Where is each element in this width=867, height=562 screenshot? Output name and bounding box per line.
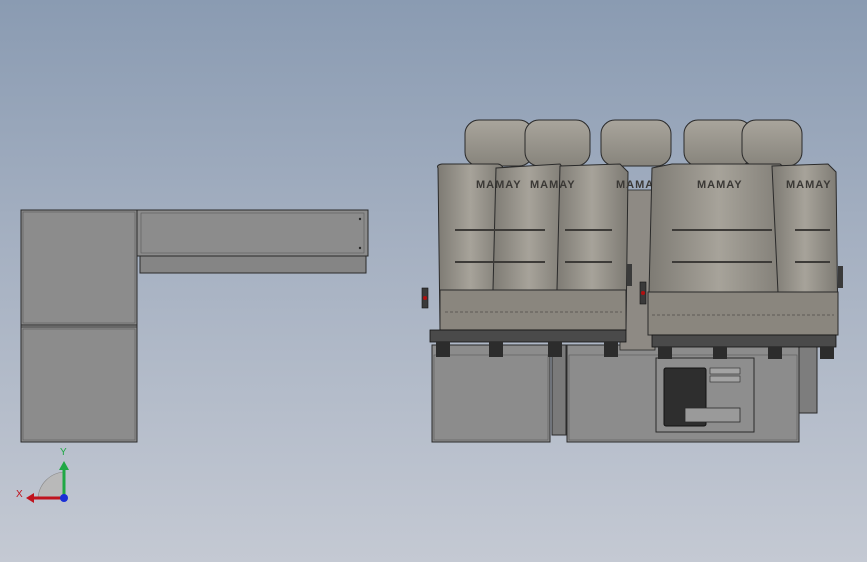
seat-brand-label-5: MAMAY bbox=[786, 179, 832, 191]
z-axis-dot bbox=[60, 494, 68, 502]
seat-left-pair[interactable]: MAMAY MAMAY MAMAY bbox=[421, 163, 662, 331]
panel-top-shelf[interactable] bbox=[136, 209, 369, 257]
x-axis-label: X bbox=[16, 489, 23, 500]
seat-assembly-right[interactable]: MAMAY MAMAY MAMAY MAMAY MAMAY bbox=[421, 119, 843, 443]
panel-lower-left[interactable] bbox=[20, 324, 138, 443]
seat-brand-label-1: MAMAY bbox=[476, 179, 522, 191]
panel-assembly-left[interactable] bbox=[20, 209, 369, 443]
seat-right-pair[interactable]: MAMAY MAMAY bbox=[639, 163, 843, 336]
y-axis-label: Y bbox=[60, 447, 67, 458]
panel-shelf-underside[interactable] bbox=[139, 255, 367, 274]
coordinate-triad: X Y bbox=[16, 447, 69, 503]
headrests bbox=[464, 119, 803, 167]
base-box-left[interactable] bbox=[431, 344, 551, 443]
base-post bbox=[551, 344, 567, 436]
seat-brand-label-2: MAMAY bbox=[530, 179, 576, 191]
panel-upper-left[interactable] bbox=[20, 209, 138, 326]
seat-brand-label-4: MAMAY bbox=[697, 179, 743, 191]
cad-viewport[interactable]: MAMAY MAMAY MAMAY MAMAY MAMAY X Y bbox=[0, 0, 867, 562]
